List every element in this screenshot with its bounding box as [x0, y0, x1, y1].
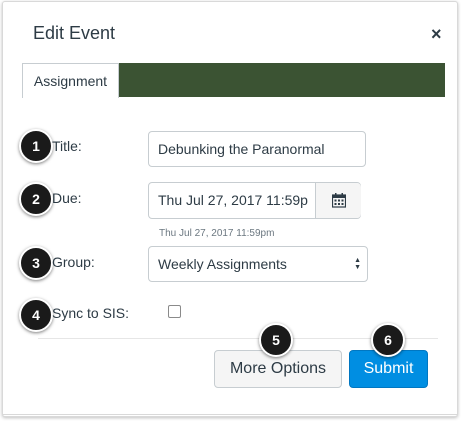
sync-label: Sync to SIS:	[52, 305, 130, 321]
step-badge-1: 1	[19, 129, 53, 163]
due-date-input[interactable]: Thu Jul 27, 2017 11:59p	[149, 183, 315, 218]
calendar-button[interactable]	[315, 183, 361, 218]
select-arrows-icon: ▲ ▼	[354, 257, 361, 271]
step-badge-2: 2	[19, 182, 53, 216]
sync-to-sis-checkbox[interactable]	[168, 305, 181, 318]
step-badge-5: 5	[259, 323, 293, 357]
group-select[interactable]: Weekly Assignments ▲ ▼	[148, 246, 368, 282]
title-input[interactable]: Debunking the Paranormal	[148, 131, 366, 167]
due-label: Due:	[52, 190, 82, 206]
calendar-icon	[331, 193, 346, 208]
tab-assignment[interactable]: Assignment	[22, 63, 119, 98]
step-badge-4: 4	[19, 298, 53, 332]
due-date-field: Thu Jul 27, 2017 11:59p	[148, 182, 361, 219]
close-icon[interactable]: ×	[431, 24, 442, 44]
step-badge-3: 3	[19, 246, 53, 280]
title-label: Title:	[52, 138, 82, 154]
dialog-title: Edit Event	[33, 23, 116, 43]
step-badge-6: 6	[371, 323, 405, 357]
due-date-hint: Thu Jul 27, 2017 11:59pm	[159, 228, 275, 239]
group-select-value: Weekly Assignments	[158, 256, 287, 272]
dialog-bottom-border	[2, 414, 458, 415]
group-label: Group:	[52, 254, 95, 270]
